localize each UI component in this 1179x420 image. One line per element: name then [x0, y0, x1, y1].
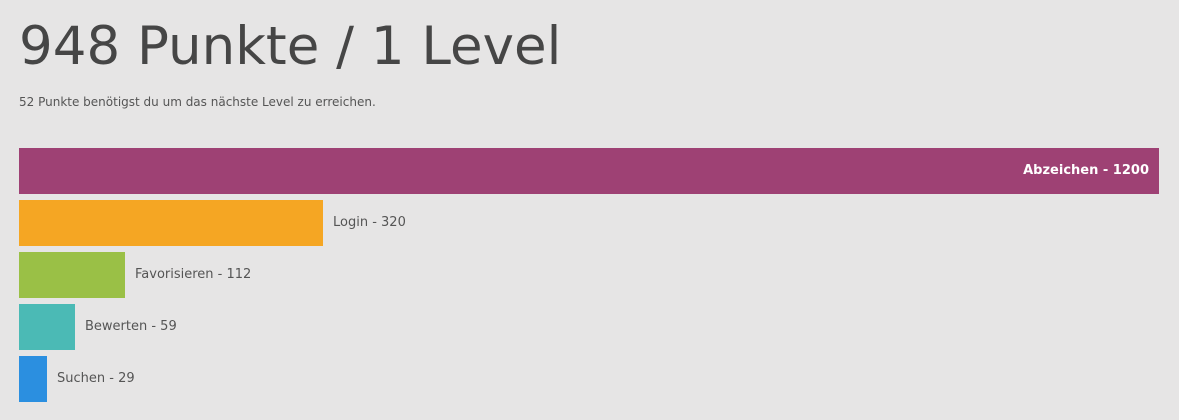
bar-label-favorisieren: Favorisieren - 112	[135, 267, 252, 282]
bar-label-suchen: Suchen - 29	[57, 371, 135, 386]
bar-row-login: Login - 320	[19, 200, 1159, 246]
bar-row-suchen: Suchen - 29	[19, 356, 1159, 402]
bar-suchen	[19, 356, 47, 402]
page-subtitle: 52 Punkte benötigst du um das nächste Le…	[19, 95, 376, 109]
bar-login	[19, 200, 323, 246]
bar-favorisieren	[19, 252, 125, 298]
bar-row-bewerten: Bewerten - 59	[19, 304, 1159, 350]
points-bar-chart: Abzeichen - 1200 Login - 320 Favorisieren …	[19, 148, 1159, 402]
page-title: 948 Punkte / 1 Level	[19, 16, 562, 77]
bar-bewerten	[19, 304, 75, 350]
bar-label-bewerten: Bewerten - 59	[85, 319, 177, 334]
bar-label-abzeichen: Abzeichen - 1200	[1023, 163, 1149, 178]
bar-abzeichen	[19, 148, 1159, 194]
points-page: 948 Punkte / 1 Level 52 Punkte benötigst…	[0, 0, 1179, 420]
bar-row-favorisieren: Favorisieren - 112	[19, 252, 1159, 298]
bar-label-login: Login - 320	[333, 215, 406, 230]
bar-row-abzeichen: Abzeichen - 1200	[19, 148, 1159, 194]
